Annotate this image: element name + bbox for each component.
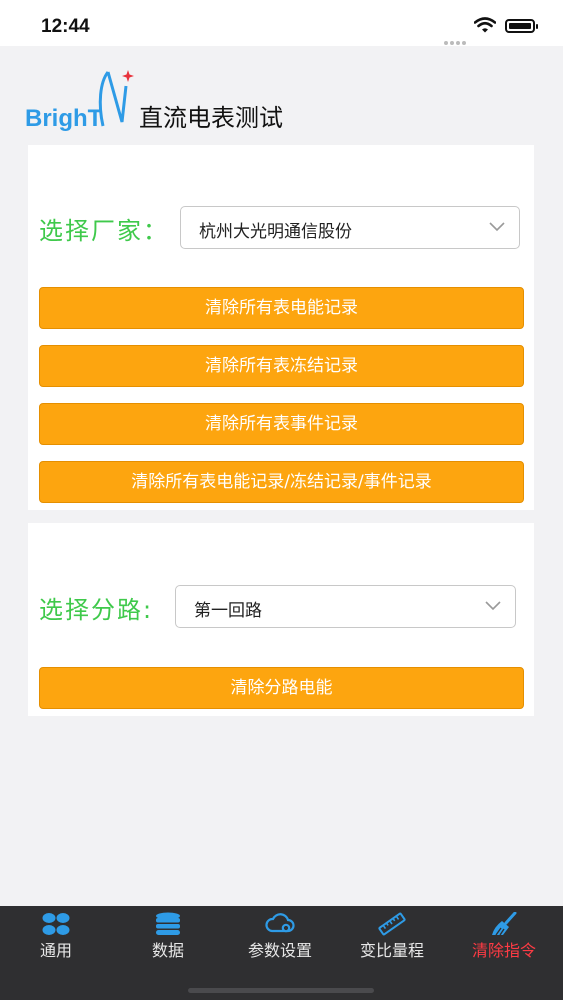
clear-energy-records-button[interactable]: 清除所有表电能记录 — [39, 287, 524, 329]
wifi-icon — [474, 17, 496, 33]
grid-icon — [42, 913, 70, 935]
tab-label: 参数设置 — [247, 941, 312, 960]
status-time: 12:44 — [41, 16, 90, 37]
tab-label: 变比量程 — [359, 941, 424, 960]
clear-event-records-button[interactable]: 清除所有表事件记录 — [39, 403, 524, 445]
tab-clear-commands[interactable]: 清除指令 — [448, 906, 560, 976]
broom-icon — [492, 912, 517, 936]
tab-general[interactable]: 通用 — [0, 906, 112, 976]
cloud-gear-icon — [265, 913, 295, 933]
clear-all-records-button[interactable]: 清除所有表电能记录/冻结记录/事件记录 — [39, 461, 524, 503]
tab-ratio-range[interactable]: 变比量程 — [336, 906, 448, 976]
chevron-down-icon — [485, 601, 501, 611]
clear-freeze-records-button[interactable]: 清除所有表冻结记录 — [39, 345, 524, 387]
app-header: BrighT 直流电表测试 — [0, 46, 563, 144]
database-icon — [156, 912, 180, 935]
battery-icon — [505, 19, 538, 33]
tab-label: 数据 — [151, 941, 184, 960]
vendor-card: 选择厂家： 杭州大光明通信股份 清除所有表电能记录 清除所有表冻结记录 清除所有… — [28, 145, 534, 510]
tab-data[interactable]: 数据 — [112, 906, 224, 976]
branch-select[interactable]: 第一回路 — [175, 585, 516, 628]
branch-label: 选择分路: — [39, 596, 154, 624]
clear-branch-energy-button[interactable]: 清除分路电能 — [39, 667, 524, 709]
branch-card: 选择分路: 第一回路 清除分路电能 — [28, 523, 534, 716]
tab-label: 清除指令 — [471, 941, 536, 960]
ruler-icon — [378, 912, 406, 936]
svg-text:BrighT: BrighT — [25, 105, 103, 132]
chevron-down-icon — [489, 222, 505, 232]
tab-bar: 通用 数据 参数设置 变比量程 清除指令 — [0, 906, 563, 1000]
tab-parameters[interactable]: 参数设置 — [224, 906, 336, 976]
branch-select-value: 第一回路 — [194, 601, 262, 621]
tab-label: 通用 — [39, 941, 72, 960]
page-title: 直流电表测试 — [139, 104, 283, 132]
status-bar: 12:44 — [0, 0, 563, 46]
vendor-label: 选择厂家： — [39, 217, 169, 245]
vendor-select[interactable]: 杭州大光明通信股份 — [180, 206, 520, 249]
brand-logo: BrighT — [25, 70, 134, 132]
home-indicator — [188, 988, 374, 993]
vendor-select-value: 杭州大光明通信股份 — [199, 222, 352, 242]
